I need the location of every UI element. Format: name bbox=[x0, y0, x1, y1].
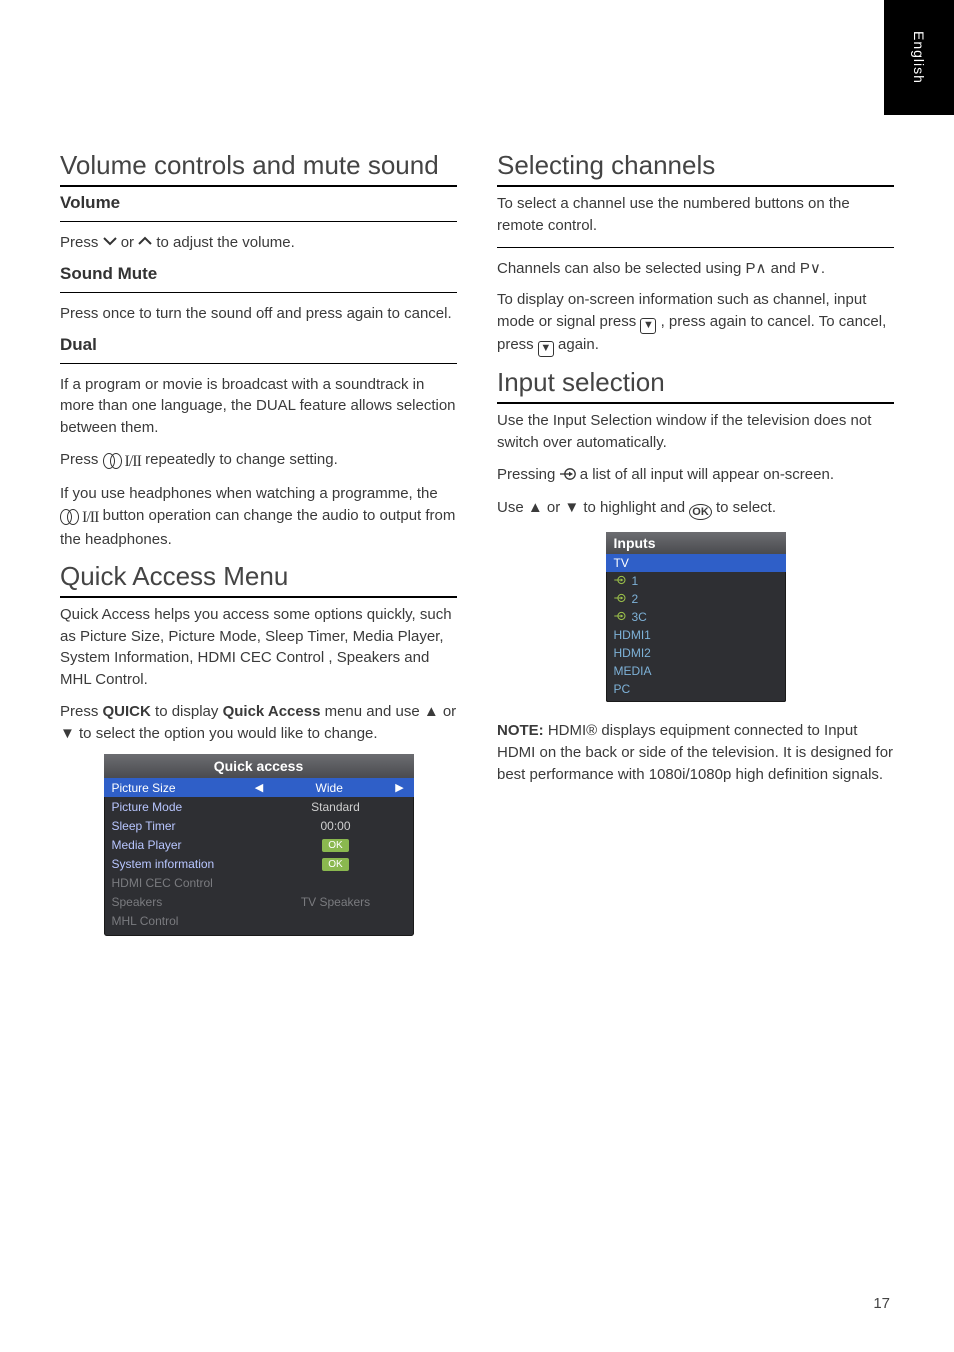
inputs-row-label: MEDIA bbox=[614, 664, 652, 678]
menu-row[interactable]: HDMI CEC Control bbox=[104, 873, 414, 892]
inputs-row[interactable]: HDMI2 bbox=[606, 644, 786, 662]
info-button-icon: ▼ bbox=[640, 318, 656, 334]
input-source-icon bbox=[560, 466, 576, 488]
paragraph: If a program or movie is broadcast with … bbox=[60, 374, 457, 439]
stereo-bilingual-icon: I/II bbox=[60, 506, 98, 529]
inputs-row-label: TV bbox=[614, 556, 629, 570]
section-input-selection: Input selection Use the Input Selection … bbox=[497, 367, 894, 786]
right-column: Selecting channels To select a channel u… bbox=[497, 150, 894, 936]
section-heading: Quick Access Menu bbox=[60, 561, 457, 592]
menu-row-label: Speakers bbox=[112, 895, 266, 909]
inputs-row[interactable]: 3C bbox=[606, 608, 786, 626]
input-source-icon bbox=[614, 611, 626, 624]
paragraph: Press QUICK to display Quick Access menu… bbox=[60, 701, 457, 745]
section-heading: Selecting channels bbox=[497, 150, 894, 181]
input-source-icon bbox=[614, 575, 626, 588]
divider bbox=[60, 596, 457, 598]
paragraph: Press once to turn the sound off and pre… bbox=[60, 303, 457, 325]
section-channels: Selecting channels To select a channel u… bbox=[497, 150, 894, 357]
note-paragraph: NOTE: HDMI® displays equipment connected… bbox=[497, 720, 894, 785]
menu-row[interactable]: Picture ModeStandard bbox=[104, 797, 414, 816]
menu-row-label: Media Player bbox=[112, 838, 266, 852]
ok-button-icon: OK bbox=[689, 504, 712, 520]
paragraph: To select a channel use the numbered but… bbox=[497, 193, 894, 237]
info-button-icon: ▼ bbox=[538, 341, 554, 357]
menu-row-label: MHL Control bbox=[112, 914, 266, 928]
divider bbox=[497, 185, 894, 187]
menu-title: Inputs bbox=[606, 532, 786, 554]
inputs-row[interactable]: 1 bbox=[606, 572, 786, 590]
note-label: NOTE: bbox=[497, 722, 548, 739]
inputs-row-label: HDMI2 bbox=[614, 646, 651, 660]
page-number: 17 bbox=[873, 1295, 890, 1312]
section-heading: Volume controls and mute sound bbox=[60, 150, 457, 181]
language-tab: English bbox=[884, 0, 954, 115]
paragraph: Use the Input Selection window if the te… bbox=[497, 410, 894, 454]
ok-badge: OK bbox=[322, 839, 348, 852]
menu-row-label: System information bbox=[112, 857, 266, 871]
section-volume: Volume controls and mute sound Volume Pr… bbox=[60, 150, 457, 254]
menu-row-value: Standard bbox=[266, 800, 406, 814]
menu-row[interactable]: MHL Control bbox=[104, 911, 414, 930]
paragraph: Press or to adjust the volume. bbox=[60, 232, 457, 254]
quick-access-menu: Quick access Picture Size◀Wide▶Picture M… bbox=[104, 754, 414, 936]
inputs-row-label: PC bbox=[614, 682, 631, 696]
inputs-row[interactable]: MEDIA bbox=[606, 662, 786, 680]
menu-row[interactable]: Media Player OK bbox=[104, 835, 414, 854]
sub-heading-mute: Sound Mute bbox=[60, 264, 457, 284]
inputs-row[interactable]: HDMI1 bbox=[606, 626, 786, 644]
input-source-icon bbox=[614, 593, 626, 606]
sub-heading-volume: Volume bbox=[60, 193, 457, 213]
divider bbox=[60, 363, 457, 364]
divider bbox=[60, 292, 457, 293]
paragraph: Channels can also be selected using P∧ a… bbox=[497, 258, 894, 280]
inputs-menu: Inputs TV1 2 3C HDMI1 HDMI2 MEDIA PC bbox=[606, 532, 786, 702]
inputs-row-label: HDMI1 bbox=[614, 628, 651, 642]
ok-badge: OK bbox=[322, 858, 348, 871]
menu-row[interactable]: System information OK bbox=[104, 854, 414, 873]
quick-access-label: Quick Access bbox=[223, 703, 321, 720]
menu-row-value: OK bbox=[266, 856, 406, 871]
inputs-row-label: 2 bbox=[632, 592, 639, 606]
menu-row[interactable]: SpeakersTV Speakers bbox=[104, 892, 414, 911]
paragraph: If you use headphones when watching a pr… bbox=[60, 483, 457, 551]
divider bbox=[497, 402, 894, 404]
menu-row-label: Sleep Timer bbox=[112, 819, 266, 833]
section-dual: Dual If a program or movie is broadcast … bbox=[60, 335, 457, 551]
paragraph: To display on-screen information such as… bbox=[497, 289, 894, 357]
paragraph: Use ▲ or ▼ to highlight and OK to select… bbox=[497, 497, 894, 520]
menu-row[interactable]: Sleep Timer00:00 bbox=[104, 816, 414, 835]
sub-heading-dual: Dual bbox=[60, 335, 457, 355]
inputs-row-label: 1 bbox=[632, 574, 639, 588]
quick-button-label: QUICK bbox=[103, 703, 151, 720]
divider bbox=[497, 247, 894, 248]
left-column: Volume controls and mute sound Volume Pr… bbox=[60, 150, 457, 936]
menu-row-label: Picture Mode bbox=[112, 800, 266, 814]
divider bbox=[60, 185, 457, 187]
stereo-bilingual-icon: I/II bbox=[103, 450, 141, 473]
inputs-row[interactable]: 2 bbox=[606, 590, 786, 608]
paragraph: Pressing a list of all input will appear… bbox=[497, 464, 894, 488]
menu-row-value: TV Speakers bbox=[266, 895, 406, 909]
section-mute: Sound Mute Press once to turn the sound … bbox=[60, 264, 457, 325]
triangle-right-icon: ▶ bbox=[394, 781, 406, 794]
chevron-up-icon bbox=[138, 232, 152, 254]
menu-row-value: 00:00 bbox=[266, 819, 406, 833]
paragraph: Quick Access helps you access some optio… bbox=[60, 604, 457, 691]
menu-row-value: Wide bbox=[265, 781, 394, 795]
section-heading: Input selection bbox=[497, 367, 894, 398]
menu-title: Quick access bbox=[104, 754, 414, 778]
paragraph: Press I/II repeatedly to change setting. bbox=[60, 449, 457, 473]
inputs-row-label: 3C bbox=[632, 610, 647, 624]
inputs-row[interactable]: TV bbox=[606, 554, 786, 572]
triangle-left-icon: ◀ bbox=[253, 781, 265, 794]
menu-row-label: Picture Size bbox=[112, 781, 253, 795]
menu-row-label: HDMI CEC Control bbox=[112, 876, 266, 890]
inputs-row[interactable]: PC bbox=[606, 680, 786, 698]
menu-row-value: OK bbox=[266, 837, 406, 852]
divider bbox=[60, 221, 457, 222]
chevron-down-icon bbox=[103, 232, 117, 254]
section-quick-access: Quick Access Menu Quick Access helps you… bbox=[60, 561, 457, 937]
menu-row[interactable]: Picture Size◀Wide▶ bbox=[104, 778, 414, 797]
